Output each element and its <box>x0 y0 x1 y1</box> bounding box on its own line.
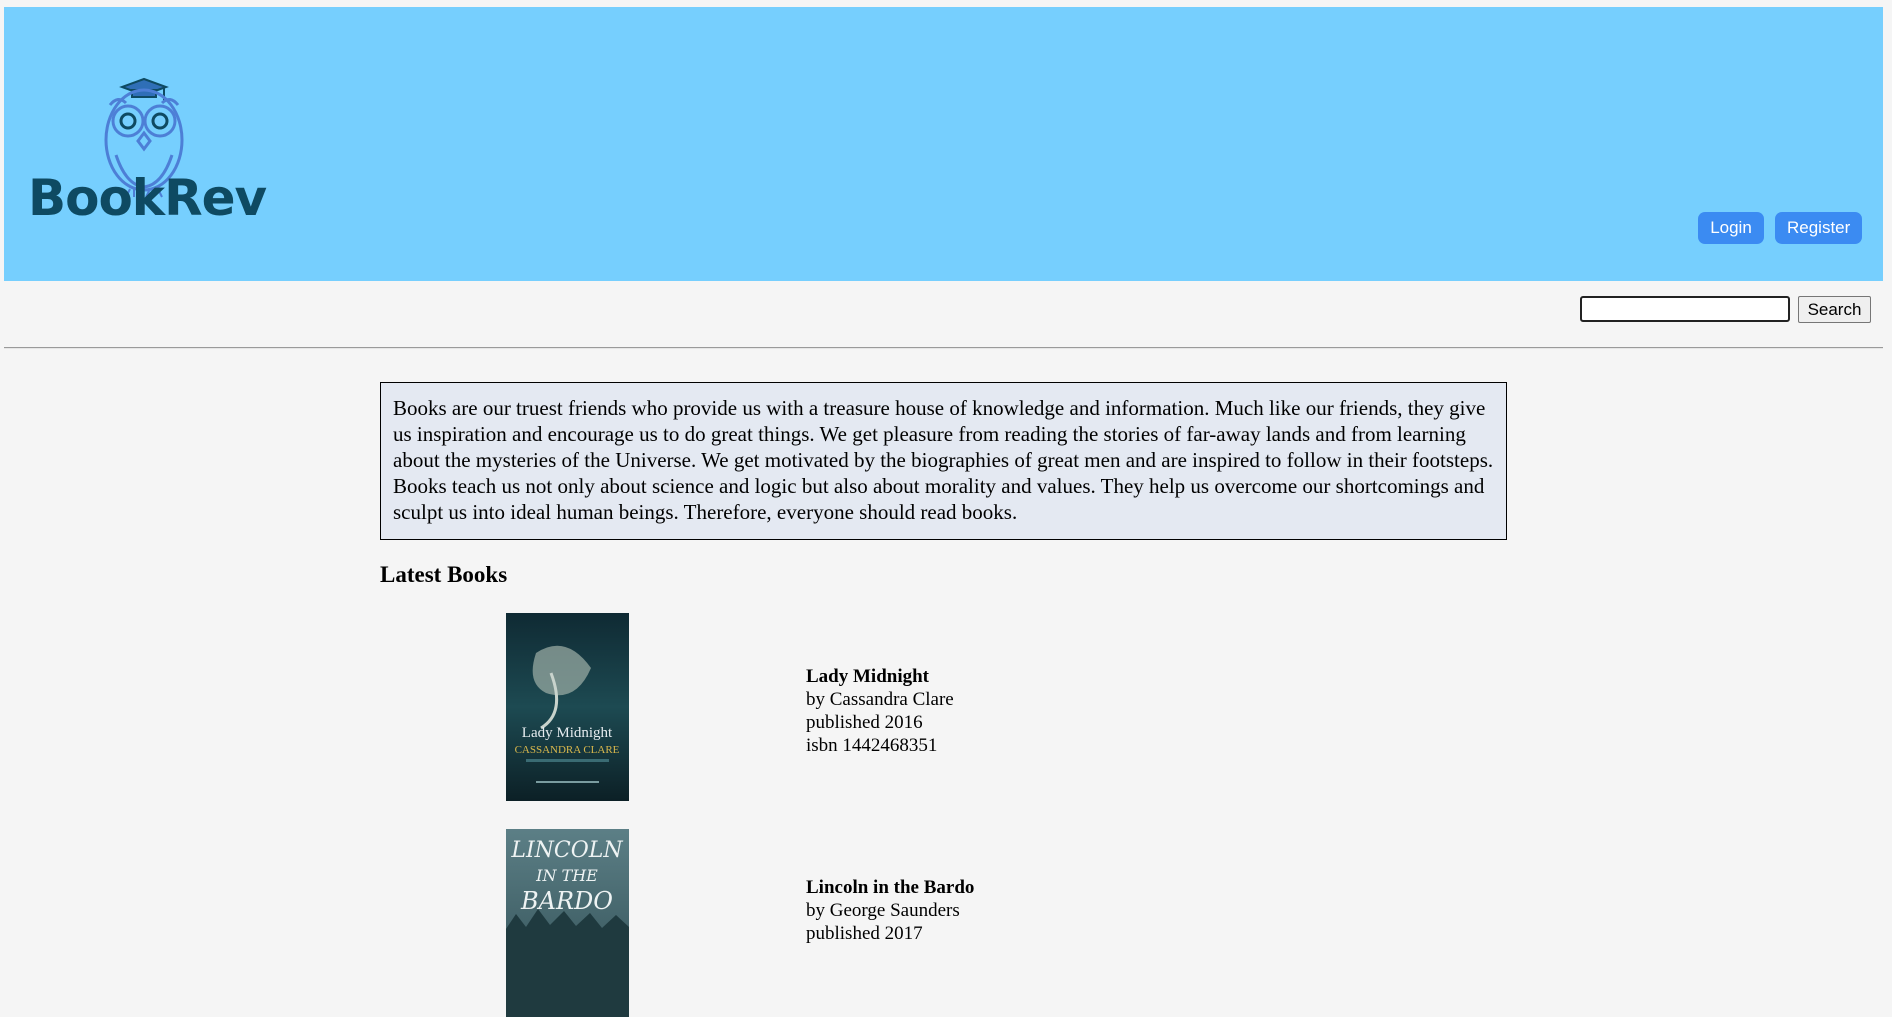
book-author: by Cassandra Clare <box>806 689 954 710</box>
book-title[interactable]: Lincoln in the Bardo <box>806 876 974 899</box>
book-info: Lady Midnight by Cassandra Clare publish… <box>806 665 954 757</box>
latest-books-heading: Latest Books <box>380 562 508 587</box>
register-button[interactable]: Register <box>1775 212 1862 244</box>
header-divider <box>4 347 1883 349</box>
cover-title: Lady Midnight <box>522 725 613 741</box>
book-author: by George Saunders <box>806 900 960 921</box>
site-logo-text[interactable]: BookRev <box>28 173 267 223</box>
book-published: published 2016 <box>806 712 923 733</box>
book-cover-lady-midnight[interactable]: Lady Midnight CASSANDRA CLARE <box>506 613 629 801</box>
cover-author: CASSANDRA CLARE <box>515 744 620 756</box>
search-button[interactable]: Search <box>1798 296 1871 323</box>
site-header: BookRev Login Register <box>4 7 1883 281</box>
book-isbn: isbn 1442468351 <box>806 735 938 756</box>
book-info: Lincoln in the Bardo by George Saunders … <box>806 876 974 945</box>
login-button[interactable]: Login <box>1698 212 1764 244</box>
book-title[interactable]: Lady Midnight <box>806 665 954 688</box>
search-input[interactable] <box>1580 296 1790 322</box>
intro-text-box: Books are our truest friends who provide… <box>380 382 1507 540</box>
cover-title-line2: IN THE <box>535 866 598 885</box>
cover-title-line3: BARDO <box>520 887 613 915</box>
cover-title-line1: LINCOLN <box>510 838 623 863</box>
book-cover-lincoln-in-the-bardo[interactable]: LINCOLN IN THE BARDO <box>506 829 629 1017</box>
